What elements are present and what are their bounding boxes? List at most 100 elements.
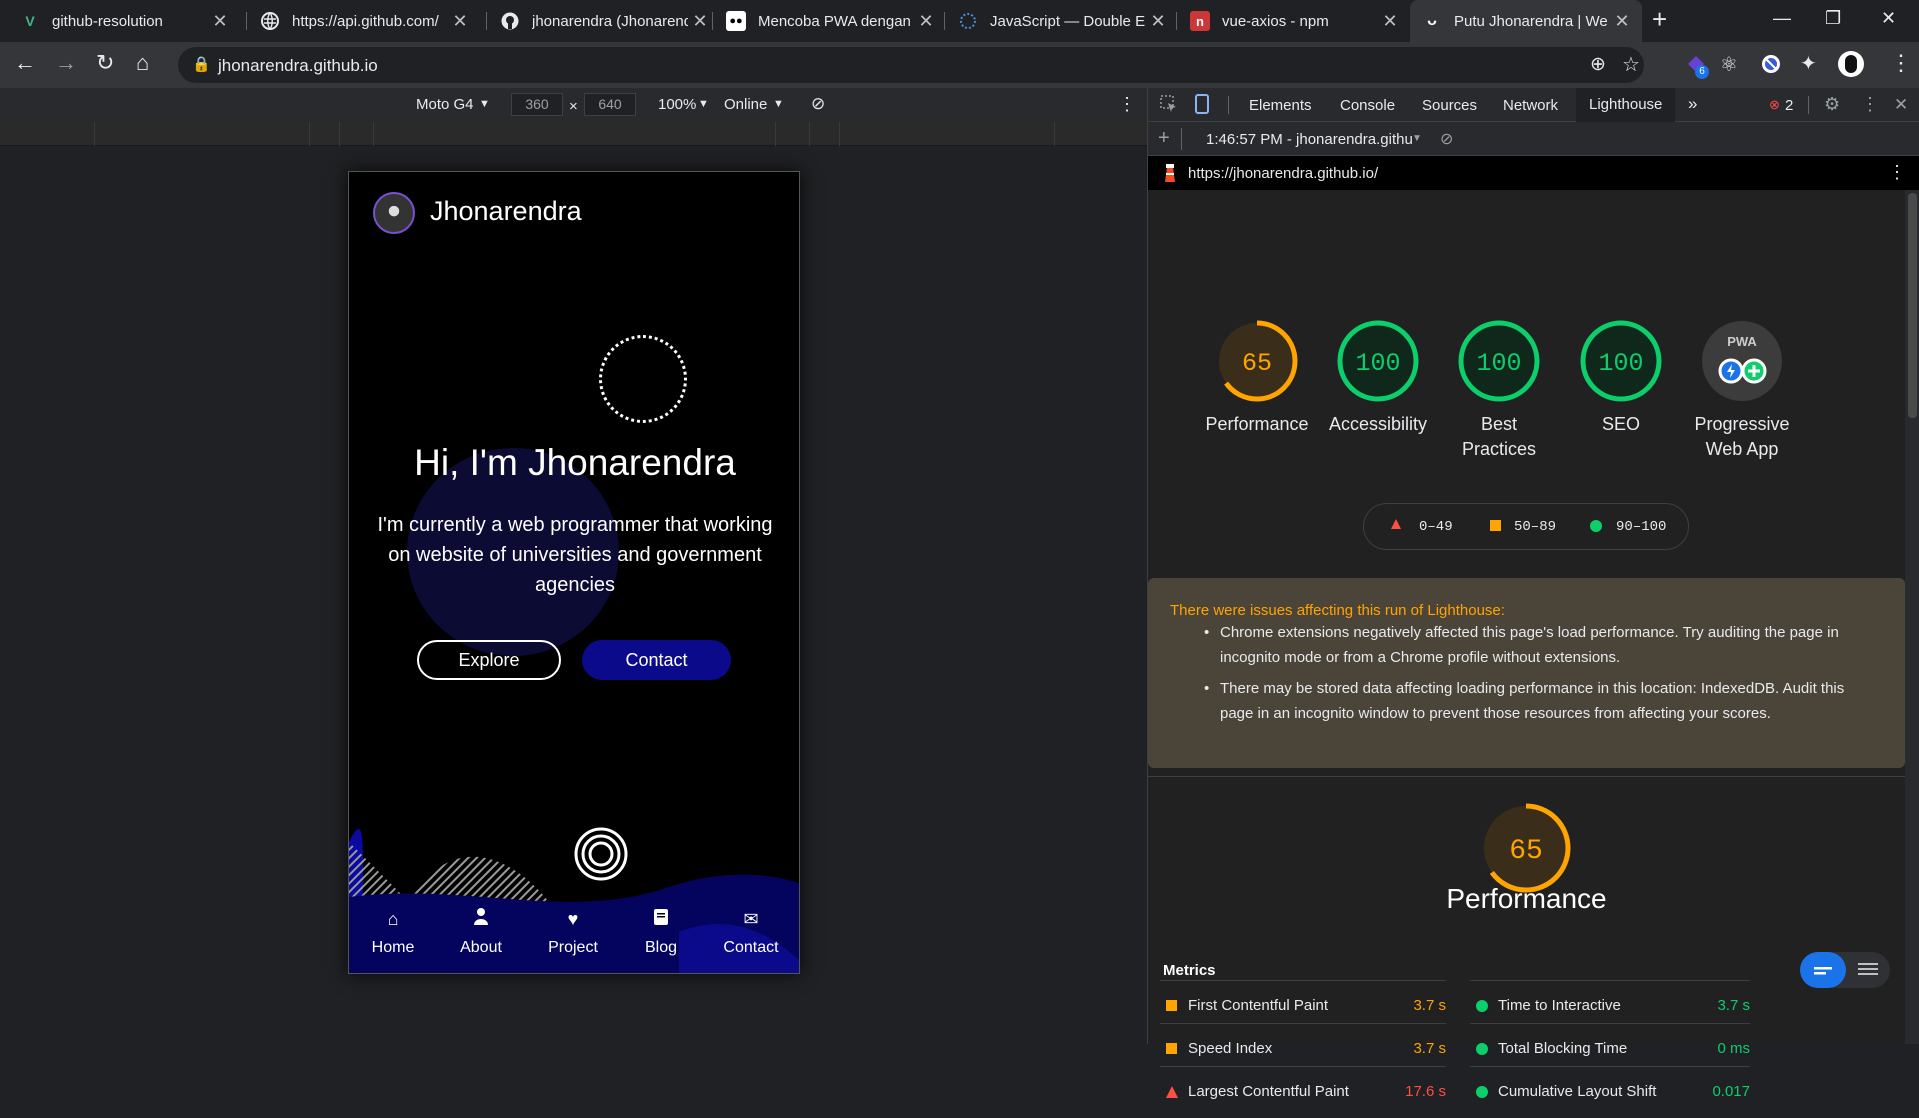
brand-name[interactable]: Jhonarendra [430, 196, 582, 227]
chevron-down-icon[interactable]: ▼ [773, 98, 784, 110]
gauge-label: Accessibility [1328, 414, 1428, 434]
report-menu-icon[interactable]: ⋮ [1888, 162, 1906, 183]
score-value: 100 [1476, 349, 1521, 378]
browser-tab[interactable]: n vue-axios - npm ✕ [1178, 0, 1410, 42]
browser-tab[interactable]: V github-resolution ✕ [8, 0, 240, 42]
device-select[interactable]: Moto G4 [416, 96, 474, 113]
tab-console[interactable]: Console [1340, 97, 1395, 114]
error-count[interactable]: 2 [1785, 97, 1793, 114]
tab-divider [246, 12, 247, 30]
width-input[interactable]: 360 [511, 93, 563, 116]
lock-icon[interactable]: 🔒 [192, 55, 211, 73]
expanded-view-button[interactable] [1846, 952, 1890, 993]
zoom-select[interactable]: 100% [658, 96, 696, 113]
explore-button[interactable]: Explore [417, 640, 561, 680]
nav-contact[interactable]: ✉ Contact [711, 907, 791, 957]
browser-tab[interactable]: jhonarendra (Jhonarendra ✕ [488, 0, 720, 42]
back-icon[interactable]: ← [14, 50, 36, 76]
fail-triangle-icon [1390, 518, 1402, 535]
scrollbar-thumb[interactable] [1908, 193, 1917, 418]
close-icon[interactable]: ✕ [448, 11, 472, 32]
tab-title: Mencoba PWA dengan [758, 12, 911, 30]
browser-tab[interactable]: https://api.github.com/ ✕ [248, 0, 480, 42]
new-report-icon[interactable]: + [1158, 127, 1170, 150]
settings-gear-icon[interactable]: ⚙ [1824, 94, 1840, 115]
rotate-icon[interactable]: ⊘ [811, 94, 825, 114]
report-selector[interactable]: 1:46:57 PM - jhonarendra.githu [1206, 131, 1418, 148]
average-square-icon [1490, 520, 1501, 531]
profile-avatar[interactable] [373, 192, 415, 234]
browser-tab[interactable]: ●● Mencoba PWA dengan ✕ [714, 0, 946, 42]
score-value: 100 [1355, 349, 1400, 378]
avatar[interactable] [1838, 51, 1864, 77]
gauge-accessibility[interactable]: 100 Accessibility [1323, 318, 1433, 437]
gauge-label: Progressive Web App [1694, 414, 1790, 459]
close-icon[interactable]: ✕ [688, 11, 712, 32]
react-devtools-icon[interactable]: ⚛ [1720, 52, 1738, 77]
device-toggle-icon[interactable] [1194, 94, 1210, 118]
minimize-icon[interactable]: — [1773, 8, 1791, 29]
nav-about[interactable]: About [441, 907, 521, 957]
metric-value: 17.6 s [1405, 1083, 1446, 1100]
window-close-icon[interactable]: ✕ [1881, 8, 1896, 29]
devtools-tabbar: Elements Console Sources Network Lightho… [1148, 88, 1919, 122]
nav-project[interactable]: ♥ Project [533, 907, 613, 957]
compact-view-button[interactable] [1800, 952, 1846, 988]
close-icon[interactable]: ✕ [208, 11, 232, 32]
url-text[interactable]: jhonarendra.github.io [218, 56, 378, 76]
install-icon[interactable]: ⊕ [1590, 53, 1606, 76]
close-icon[interactable]: ✕ [1378, 11, 1402, 32]
extension-icon[interactable]: 6 [1684, 52, 1709, 79]
error-icon[interactable]: ⊗ [1769, 97, 1780, 113]
inspect-icon[interactable] [1160, 95, 1178, 117]
close-devtools-icon[interactable]: ✕ [1894, 95, 1908, 115]
tab-sources[interactable]: Sources [1422, 97, 1477, 114]
metrics-view-toggle[interactable] [1800, 952, 1890, 988]
more-tabs-icon[interactable]: » [1688, 94, 1697, 114]
tab-network[interactable]: Network [1503, 97, 1558, 114]
tab-strip: V github-resolution ✕ https://api.github… [0, 0, 1919, 42]
new-tab-icon[interactable]: + [1652, 4, 1667, 35]
tab-divider [944, 12, 945, 30]
close-icon[interactable]: ✕ [914, 11, 938, 32]
gauge-seo[interactable]: 100 SEO [1566, 318, 1676, 437]
close-icon[interactable]: ✕ [1610, 11, 1634, 32]
nav-home[interactable]: ⌂ Home [353, 907, 433, 957]
home-icon[interactable]: ⌂ [136, 50, 149, 76]
close-icon[interactable]: ✕ [1146, 11, 1170, 32]
chevron-down-icon[interactable]: ▼ [1412, 133, 1422, 144]
site-icon: ᴗ [1427, 12, 1437, 29]
gauge-best-practices[interactable]: 100 Best Practices [1444, 318, 1554, 462]
bookmark-star-icon[interactable]: ☆ [1622, 52, 1640, 77]
globe-icon [260, 11, 280, 31]
menu-kebab-icon[interactable]: ⋮ [1890, 50, 1912, 76]
tab-title: Putu Jhonarendra | We [1454, 12, 1608, 30]
more-options-icon[interactable]: ⋮ [1861, 94, 1879, 115]
report-url[interactable]: https://jhonarendra.github.io/ [1188, 165, 1378, 182]
lighthouse-icon [1162, 163, 1178, 187]
blocker-icon[interactable] [1760, 53, 1782, 80]
browser-tab-active[interactable]: ᴗ Putu Jhonarendra | We ✕ [1410, 0, 1642, 42]
contact-button[interactable]: Contact [582, 640, 731, 680]
reload-icon[interactable]: ↻ [96, 50, 114, 76]
gauge-performance[interactable]: 65 Performance [1202, 318, 1312, 437]
forward-icon[interactable]: → [55, 50, 77, 76]
network-select[interactable]: Online [724, 96, 767, 113]
puzzle-icon[interactable]: ✦ [1800, 51, 1817, 76]
more-options-icon[interactable]: ⋮ [1118, 94, 1136, 115]
chevron-down-icon[interactable]: ▼ [479, 98, 490, 110]
times-icon: × [569, 98, 578, 115]
chevron-down-icon[interactable]: ▼ [698, 98, 709, 110]
restore-icon[interactable]: ❐ [1825, 8, 1841, 29]
tab-elements[interactable]: Elements [1249, 97, 1312, 114]
gauge-label: Performance [1205, 414, 1309, 434]
legend-average-range: 50–89 [1514, 519, 1557, 535]
tab-lighthouse[interactable]: Lighthouse [1576, 88, 1676, 122]
height-input[interactable]: 640 [584, 93, 636, 116]
performance-score-value: 65 [1509, 836, 1543, 867]
clear-icon[interactable]: ⊘ [1440, 129, 1453, 149]
browser-tab[interactable]: JavaScript — Double E ✕ [946, 0, 1178, 42]
gauge-pwa[interactable]: PWA Progressive Web App [1687, 318, 1797, 462]
nav-blog[interactable]: Blog [621, 907, 701, 957]
address-bar[interactable]: 🔒 jhonarendra.github.io ⊕ ☆ [178, 47, 1644, 83]
